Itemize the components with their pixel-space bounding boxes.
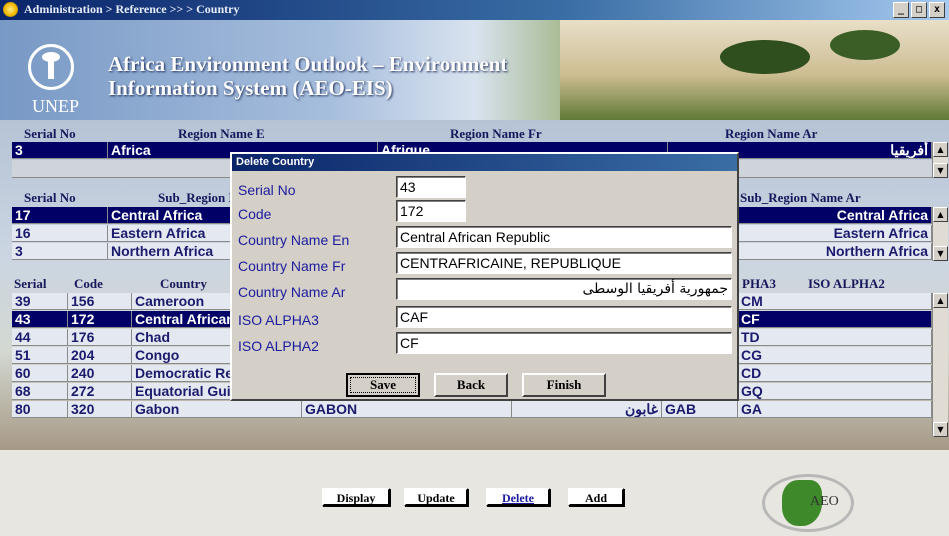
aeo-logo-text: AEO — [810, 494, 839, 509]
subregion-cell-name-ar: Northern Africa — [738, 243, 932, 260]
name-ar-label: Country Name Ar — [238, 284, 346, 300]
subregion-cell-name-ar: Eastern Africa — [738, 225, 932, 242]
scroll-up-icon[interactable]: ▲ — [933, 142, 948, 157]
name-en-field[interactable]: Central African Republic — [396, 226, 732, 248]
scroll-up-icon[interactable]: ▲ — [933, 293, 948, 308]
minimize-button[interactable]: _ — [893, 2, 909, 18]
country-cell-code: 176 — [68, 329, 132, 346]
country-cell-code: 156 — [68, 293, 132, 310]
delete-country-dialog: Delete Country Serial No 43 Code 172 Cou… — [230, 152, 739, 401]
country-cell-serial: 39 — [12, 293, 68, 310]
iso2-field[interactable]: CF — [396, 332, 732, 354]
region-header-name-en: Region Name E — [178, 126, 265, 141]
iso2-label: ISO ALPHA2 — [238, 338, 319, 354]
dialog-title: Delete Country — [232, 154, 737, 171]
region-header-serial: Serial No — [24, 126, 76, 141]
country-cell-alpha2: CG — [738, 347, 932, 364]
country-header-alpha2: ISO ALPHA2 — [808, 276, 885, 291]
save-button[interactable]: Save — [346, 373, 420, 397]
country-cell-serial: 60 — [12, 365, 68, 382]
subregion-header-name-ar: Sub_Region Name Ar — [740, 190, 861, 205]
country-cell-serial: 44 — [12, 329, 68, 346]
add-button[interactable]: Add — [568, 488, 624, 506]
subregion-cell-serial: 16 — [12, 225, 108, 242]
country-cell-serial: 43 — [12, 311, 68, 328]
country-header-code: Code — [74, 276, 103, 291]
code-label: Code — [238, 206, 272, 222]
region-header-name-fr: Region Name Fr — [450, 126, 542, 141]
header-banner: UNEP Africa Environment Outlook – Enviro… — [0, 20, 949, 120]
country-cell-code: 204 — [68, 347, 132, 364]
country-cell-name-fr: GABON — [302, 401, 512, 418]
country-cell-name-en: Gabon — [132, 401, 302, 418]
name-fr-field[interactable]: CENTRAFRICAINE, REPUBLIQUE — [396, 252, 732, 274]
app-title-line1: Africa Environment Outlook – Environment — [108, 52, 508, 76]
subregion-header-serial: Serial No — [24, 190, 76, 205]
country-cell-alpha2: GA — [738, 401, 932, 418]
banner-tree — [830, 30, 900, 60]
window-titlebar: Administration > Reference >> > Country … — [0, 0, 949, 20]
update-button[interactable]: Update — [404, 488, 468, 506]
country-cell-code: 172 — [68, 311, 132, 328]
breadcrumb: Administration > Reference >> > Country — [24, 2, 240, 16]
country-header-serial: Serial — [14, 276, 47, 291]
country-cell-alpha2: CM — [738, 293, 932, 310]
name-fr-label: Country Name Fr — [238, 258, 346, 274]
delete-button[interactable]: Delete — [486, 488, 550, 506]
country-cell-alpha2: CF — [738, 311, 932, 328]
display-button[interactable]: Display — [322, 488, 390, 506]
country-header-alpha3: PHA3 — [742, 276, 776, 291]
aeo-logo: AEO — [762, 474, 854, 532]
scroll-down-icon[interactable]: ▼ — [933, 422, 948, 437]
subregion-cell-serial: 3 — [12, 243, 108, 260]
app-title-line2: Information System (AEO-EIS) — [108, 76, 393, 100]
back-button[interactable]: Back — [434, 373, 508, 397]
region-scrollbar[interactable]: ▲ ▼ — [932, 142, 948, 178]
app-icon — [3, 2, 18, 17]
region-header-name-ar: Region Name Ar — [725, 126, 818, 141]
country-cell-alpha2: TD — [738, 329, 932, 346]
close-button[interactable]: x — [929, 2, 945, 18]
unep-emblem-icon — [28, 44, 74, 90]
iso3-field[interactable]: CAF — [396, 306, 732, 328]
country-header-name: Country — [160, 276, 207, 291]
unep-logo-label: UNEP — [32, 96, 80, 116]
country-cell-serial: 68 — [12, 383, 68, 400]
subregion-scrollbar[interactable]: ▲ ▼ — [932, 207, 948, 261]
country-cell-name-ar: غابون — [512, 401, 662, 418]
window-controls: _ □ x — [893, 2, 945, 18]
iso3-label: ISO ALPHA3 — [238, 312, 319, 328]
finish-button[interactable]: Finish — [522, 373, 606, 397]
banner-tree — [720, 40, 810, 74]
name-ar-field[interactable]: جمهورية أفريقيا الوسطى — [396, 278, 732, 300]
subregion-cell-name-ar: Central Africa — [738, 207, 932, 224]
country-cell-serial: 80 — [12, 401, 68, 418]
country-cell-code: 240 — [68, 365, 132, 382]
country-cell-code: 320 — [68, 401, 132, 418]
code-field[interactable]: 172 — [396, 200, 466, 222]
country-cell-serial: 51 — [12, 347, 68, 364]
serial-label: Serial No — [238, 182, 296, 198]
subregion-cell-serial: 17 — [12, 207, 108, 224]
scroll-down-icon[interactable]: ▼ — [933, 163, 948, 178]
country-cell-alpha3: GAB — [662, 401, 738, 418]
serial-field[interactable]: 43 — [396, 176, 466, 198]
country-cell-alpha2: CD — [738, 365, 932, 382]
region-cell-serial: 3 — [12, 142, 108, 159]
country-scrollbar[interactable]: ▲ ▼ — [932, 293, 948, 437]
app-title: Africa Environment Outlook – Environment… — [108, 52, 507, 100]
unep-logo: UNEP — [20, 44, 90, 120]
scroll-down-icon[interactable]: ▼ — [933, 246, 948, 261]
country-cell-alpha2: GQ — [738, 383, 932, 400]
name-en-label: Country Name En — [238, 232, 350, 248]
country-cell-code: 272 — [68, 383, 132, 400]
maximize-button[interactable]: □ — [911, 2, 927, 18]
scroll-up-icon[interactable]: ▲ — [933, 207, 948, 222]
